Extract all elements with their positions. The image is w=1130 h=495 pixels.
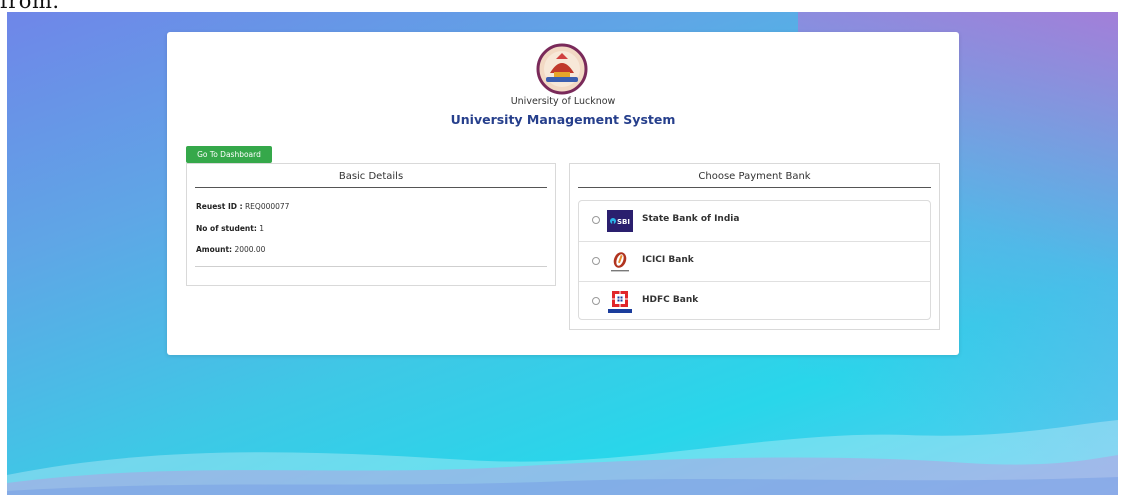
svg-text:SBI: SBI — [617, 218, 630, 226]
request-id-label: Reuest ID : — [196, 202, 243, 211]
students-value: 1 — [259, 224, 265, 233]
hdfc-name: HDFC Bank — [642, 295, 699, 305]
bank-option-sbi[interactable]: SBI State Bank of India — [579, 201, 930, 241]
payment-card: University of Lucknow University Managem… — [167, 32, 959, 355]
students-row: No of student: 1 — [196, 224, 264, 233]
hdfc-radio[interactable] — [592, 297, 600, 305]
university-name: University of Lucknow — [510, 96, 616, 107]
payment-bank-title: Choose Payment Bank — [578, 171, 931, 188]
basic-details-title: Basic Details — [195, 171, 547, 188]
sbi-name: State Bank of India — [642, 214, 740, 224]
system-title: University Management System — [450, 112, 676, 127]
bank-list: SBI State Bank of India ICICI Bank HDFC … — [578, 200, 931, 320]
background-waves — [7, 420, 1118, 495]
amount-value: 2000.00 — [234, 245, 266, 254]
sbi-radio[interactable] — [592, 216, 600, 224]
sbi-logo-icon: SBI — [607, 210, 633, 232]
basic-details-panel: Basic Details Reuest ID : REQ000077 No o… — [186, 163, 556, 286]
go-to-dashboard-button[interactable]: Go To Dashboard — [186, 146, 272, 163]
request-id-row: Reuest ID : REQ000077 — [196, 202, 289, 211]
amount-row: Amount: 2000.00 — [196, 245, 265, 254]
students-label: No of student: — [196, 224, 257, 233]
amount-label: Amount: — [196, 245, 233, 254]
icici-name: ICICI Bank — [642, 255, 694, 265]
university-emblem-icon — [536, 43, 588, 95]
top-strip: from. — [0, 0, 1130, 12]
divider — [195, 266, 547, 267]
payment-bank-panel: Choose Payment Bank SBI State Bank of In… — [569, 163, 940, 330]
hdfc-logo-icon — [608, 291, 632, 313]
bank-option-icici[interactable]: ICICI Bank — [579, 241, 930, 281]
icici-logo-icon — [611, 252, 629, 272]
request-id-value: REQ000077 — [244, 202, 290, 211]
bank-option-hdfc[interactable]: HDFC Bank — [579, 281, 930, 321]
icici-radio[interactable] — [592, 257, 600, 265]
clipped-heading-text: from. — [0, 0, 60, 12]
